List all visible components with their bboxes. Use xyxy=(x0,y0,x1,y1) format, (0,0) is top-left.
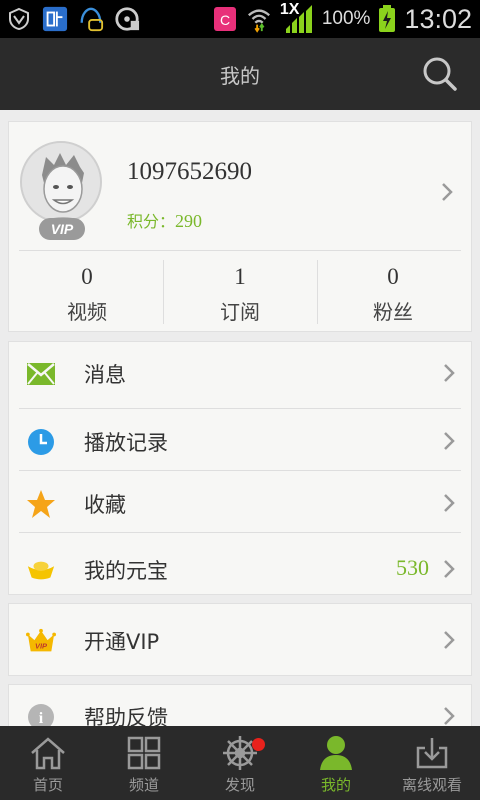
storage-icon xyxy=(114,6,140,32)
stat-label: 订阅 xyxy=(220,300,260,324)
menu-item-label: 播放记录 xyxy=(84,431,168,455)
crown-icon: VIP xyxy=(26,626,56,656)
nav-discover[interactable]: 发现 xyxy=(192,726,288,800)
chevron-right-icon xyxy=(443,706,455,726)
shield-icon xyxy=(6,6,32,32)
stat-followers[interactable]: 0 粉丝 xyxy=(321,258,465,328)
points-label: 积分： xyxy=(127,212,176,231)
menu-item-label: 收藏 xyxy=(84,493,126,517)
battery-icon xyxy=(378,5,396,32)
status-bar: C 1X 100% 13:02 xyxy=(0,0,480,38)
notification-dot xyxy=(252,738,265,751)
points-value: 290 xyxy=(175,211,203,231)
stat-subscriptions[interactable]: 1 订阅 xyxy=(168,258,312,328)
open-vip-button[interactable]: VIP 开通VIP xyxy=(9,609,473,671)
app-c-icon: C xyxy=(212,6,238,32)
person-icon xyxy=(316,734,356,772)
stat-label: 视频 xyxy=(67,300,107,324)
menu-item-label: 消息 xyxy=(84,363,126,387)
envelope-icon xyxy=(26,359,56,389)
home-icon xyxy=(28,734,68,772)
stat-value: 0 xyxy=(81,264,93,289)
status-right-icons: C 1X 100% 13:02 xyxy=(212,1,472,36)
divider xyxy=(163,260,164,324)
nav-label: 离线观看 xyxy=(401,776,462,794)
stat-label: 粉丝 xyxy=(373,300,413,324)
stat-videos[interactable]: 0 视频 xyxy=(15,258,159,328)
chevron-right-icon xyxy=(443,559,455,583)
star-icon xyxy=(26,489,56,519)
battery-percent: 100% xyxy=(321,8,371,29)
chevron-right-icon xyxy=(443,363,455,387)
clock: 13:02 xyxy=(404,3,472,34)
status-left-icons xyxy=(6,4,140,34)
nav-mine[interactable]: 我的 xyxy=(288,726,384,800)
stat-value: 1 xyxy=(234,264,246,289)
crown-text: VIP xyxy=(35,642,48,651)
nav-home[interactable]: 首页 xyxy=(0,726,96,800)
info-icon: i xyxy=(26,702,56,726)
signal-icon: 1X xyxy=(280,1,314,35)
points: 积分：290 xyxy=(127,208,202,232)
content-area[interactable]: VIP 1097652690 积分：290 0 视频 1 订阅 0 粉丝 消息 … xyxy=(0,110,480,726)
chevron-right-icon xyxy=(443,431,455,455)
notification-app-icon xyxy=(78,6,104,32)
nav-label: 首页 xyxy=(32,776,63,794)
divider xyxy=(19,470,461,471)
search-button[interactable] xyxy=(422,56,458,92)
nav-label: 发现 xyxy=(224,776,255,794)
download-icon xyxy=(412,734,452,772)
menu-item-favorites[interactable]: 收藏 xyxy=(9,472,473,534)
menu-item-messages[interactable]: 消息 xyxy=(9,342,473,404)
help-feedback-button[interactable]: i 帮助反馈 xyxy=(9,685,473,726)
chevron-right-icon xyxy=(443,630,455,654)
menu-card: 消息 播放记录 收藏 我的元宝 530 xyxy=(8,341,472,595)
menu-item-history[interactable]: 播放记录 xyxy=(9,410,473,472)
menu-item-ingots[interactable]: 我的元宝 530 xyxy=(9,538,473,600)
search-icon xyxy=(423,57,457,91)
bottom-nav: 首页 频道 发现 我的 离线观看 xyxy=(0,726,480,800)
page-title: 我的 xyxy=(220,64,260,88)
chevron-right-icon xyxy=(443,493,455,517)
ingot-count: 530 xyxy=(396,555,429,580)
menu-item-label: 帮助反馈 xyxy=(84,706,168,726)
tieba-icon xyxy=(42,6,68,32)
clock-icon xyxy=(26,427,56,457)
grid-icon xyxy=(124,734,164,772)
nav-channels[interactable]: 频道 xyxy=(96,726,192,800)
ingot-icon xyxy=(26,555,56,585)
menu-item-label: 我的元宝 xyxy=(84,559,168,583)
info-icon-text: i xyxy=(39,710,44,726)
menu-item-label: 开通VIP xyxy=(84,630,160,654)
username: 1097652690 xyxy=(127,158,252,185)
nav-offline[interactable]: 离线观看 xyxy=(384,726,480,800)
vip-badge: VIP xyxy=(39,218,85,240)
divider xyxy=(19,532,461,533)
svg-text:C: C xyxy=(220,12,230,28)
profile-card: VIP 1097652690 积分：290 0 视频 1 订阅 0 粉丝 xyxy=(8,121,472,332)
help-card: i 帮助反馈 xyxy=(8,684,472,726)
wifi-icon xyxy=(246,6,272,33)
nav-label: 我的 xyxy=(320,776,351,794)
avatar xyxy=(20,141,102,223)
divider xyxy=(317,260,318,324)
nav-label: 频道 xyxy=(128,776,159,794)
divider xyxy=(19,408,461,409)
profile-header[interactable]: VIP 1097652690 积分：290 xyxy=(9,122,473,248)
stat-value: 0 xyxy=(387,264,399,289)
title-bar: 我的 xyxy=(0,38,480,110)
chevron-right-icon xyxy=(441,182,453,206)
vip-card: VIP 开通VIP xyxy=(8,603,472,676)
divider xyxy=(19,250,461,251)
